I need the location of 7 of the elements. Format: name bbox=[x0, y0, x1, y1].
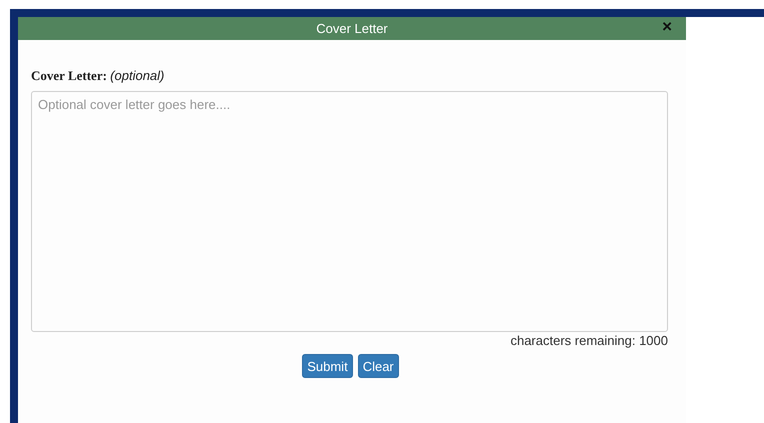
dialog-title: Cover Letter bbox=[316, 21, 388, 36]
submit-button[interactable]: Submit bbox=[302, 354, 353, 378]
character-counter: characters remaining: 1000 bbox=[510, 333, 668, 348]
clear-button[interactable]: Clear bbox=[358, 354, 399, 378]
close-button[interactable]: × bbox=[662, 18, 672, 35]
cover-letter-input[interactable]: Optional cover letter goes here.... bbox=[31, 91, 668, 332]
field-label: Cover Letter: (optional) bbox=[31, 68, 166, 84]
